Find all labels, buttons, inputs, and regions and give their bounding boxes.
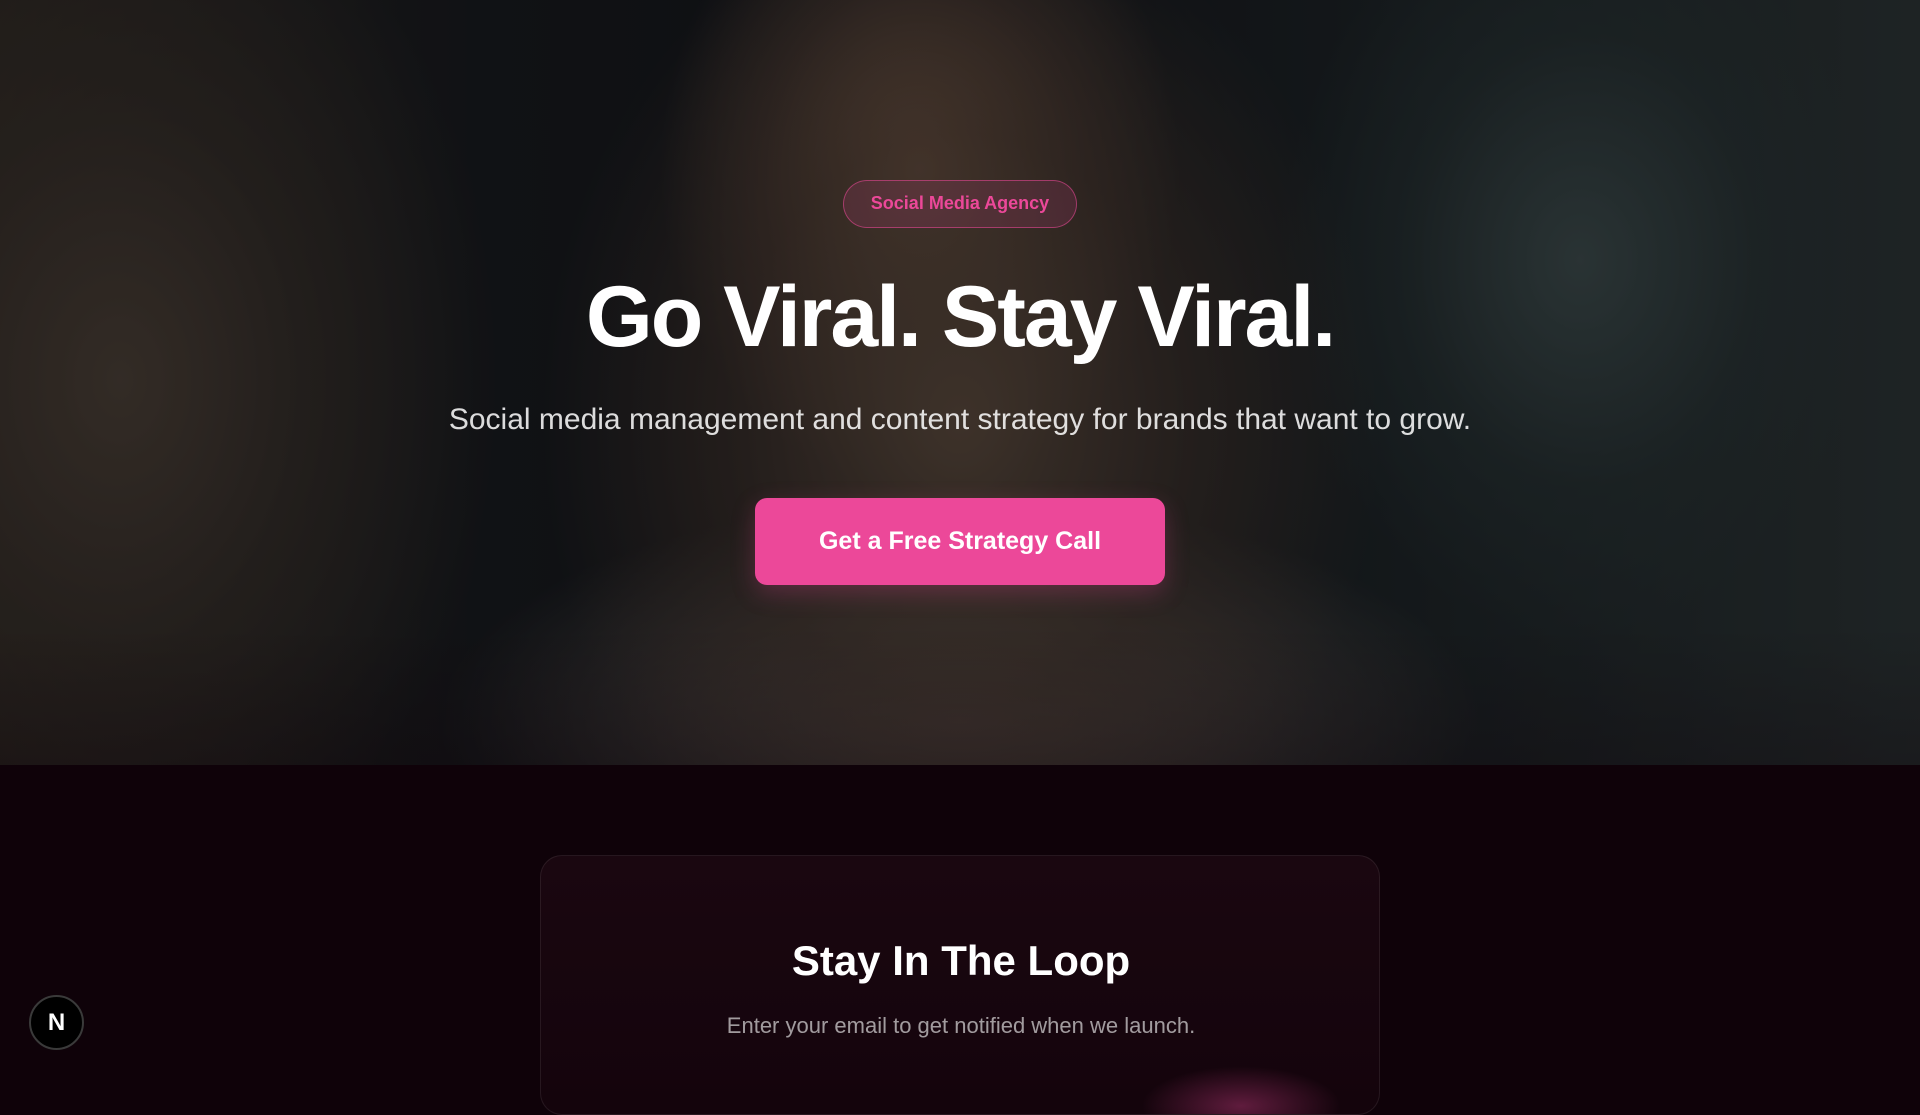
nextjs-logo-icon: N — [47, 1009, 66, 1036]
nextjs-dev-indicator[interactable]: N — [29, 995, 84, 1050]
hero-subheadline: Social media management and content stra… — [448, 403, 1472, 436]
newsletter-subtitle: Enter your email to get notified when we… — [726, 1013, 1196, 1038]
hero-content: Social Media Agency Go Viral. Stay Viral… — [0, 0, 1920, 765]
newsletter-card: Stay In The Loop Enter your email to get… — [540, 855, 1380, 1115]
newsletter-title: Stay In The Loop — [791, 937, 1131, 984]
agency-badge: Social Media Agency — [843, 180, 1077, 228]
card-glow-decoration — [1141, 1066, 1341, 1114]
strategy-call-button[interactable]: Get a Free Strategy Call — [755, 498, 1165, 585]
hero-section: Social Media Agency Go Viral. Stay Viral… — [0, 0, 1920, 765]
hero-headline: Go Viral. Stay Viral. — [585, 269, 1336, 365]
